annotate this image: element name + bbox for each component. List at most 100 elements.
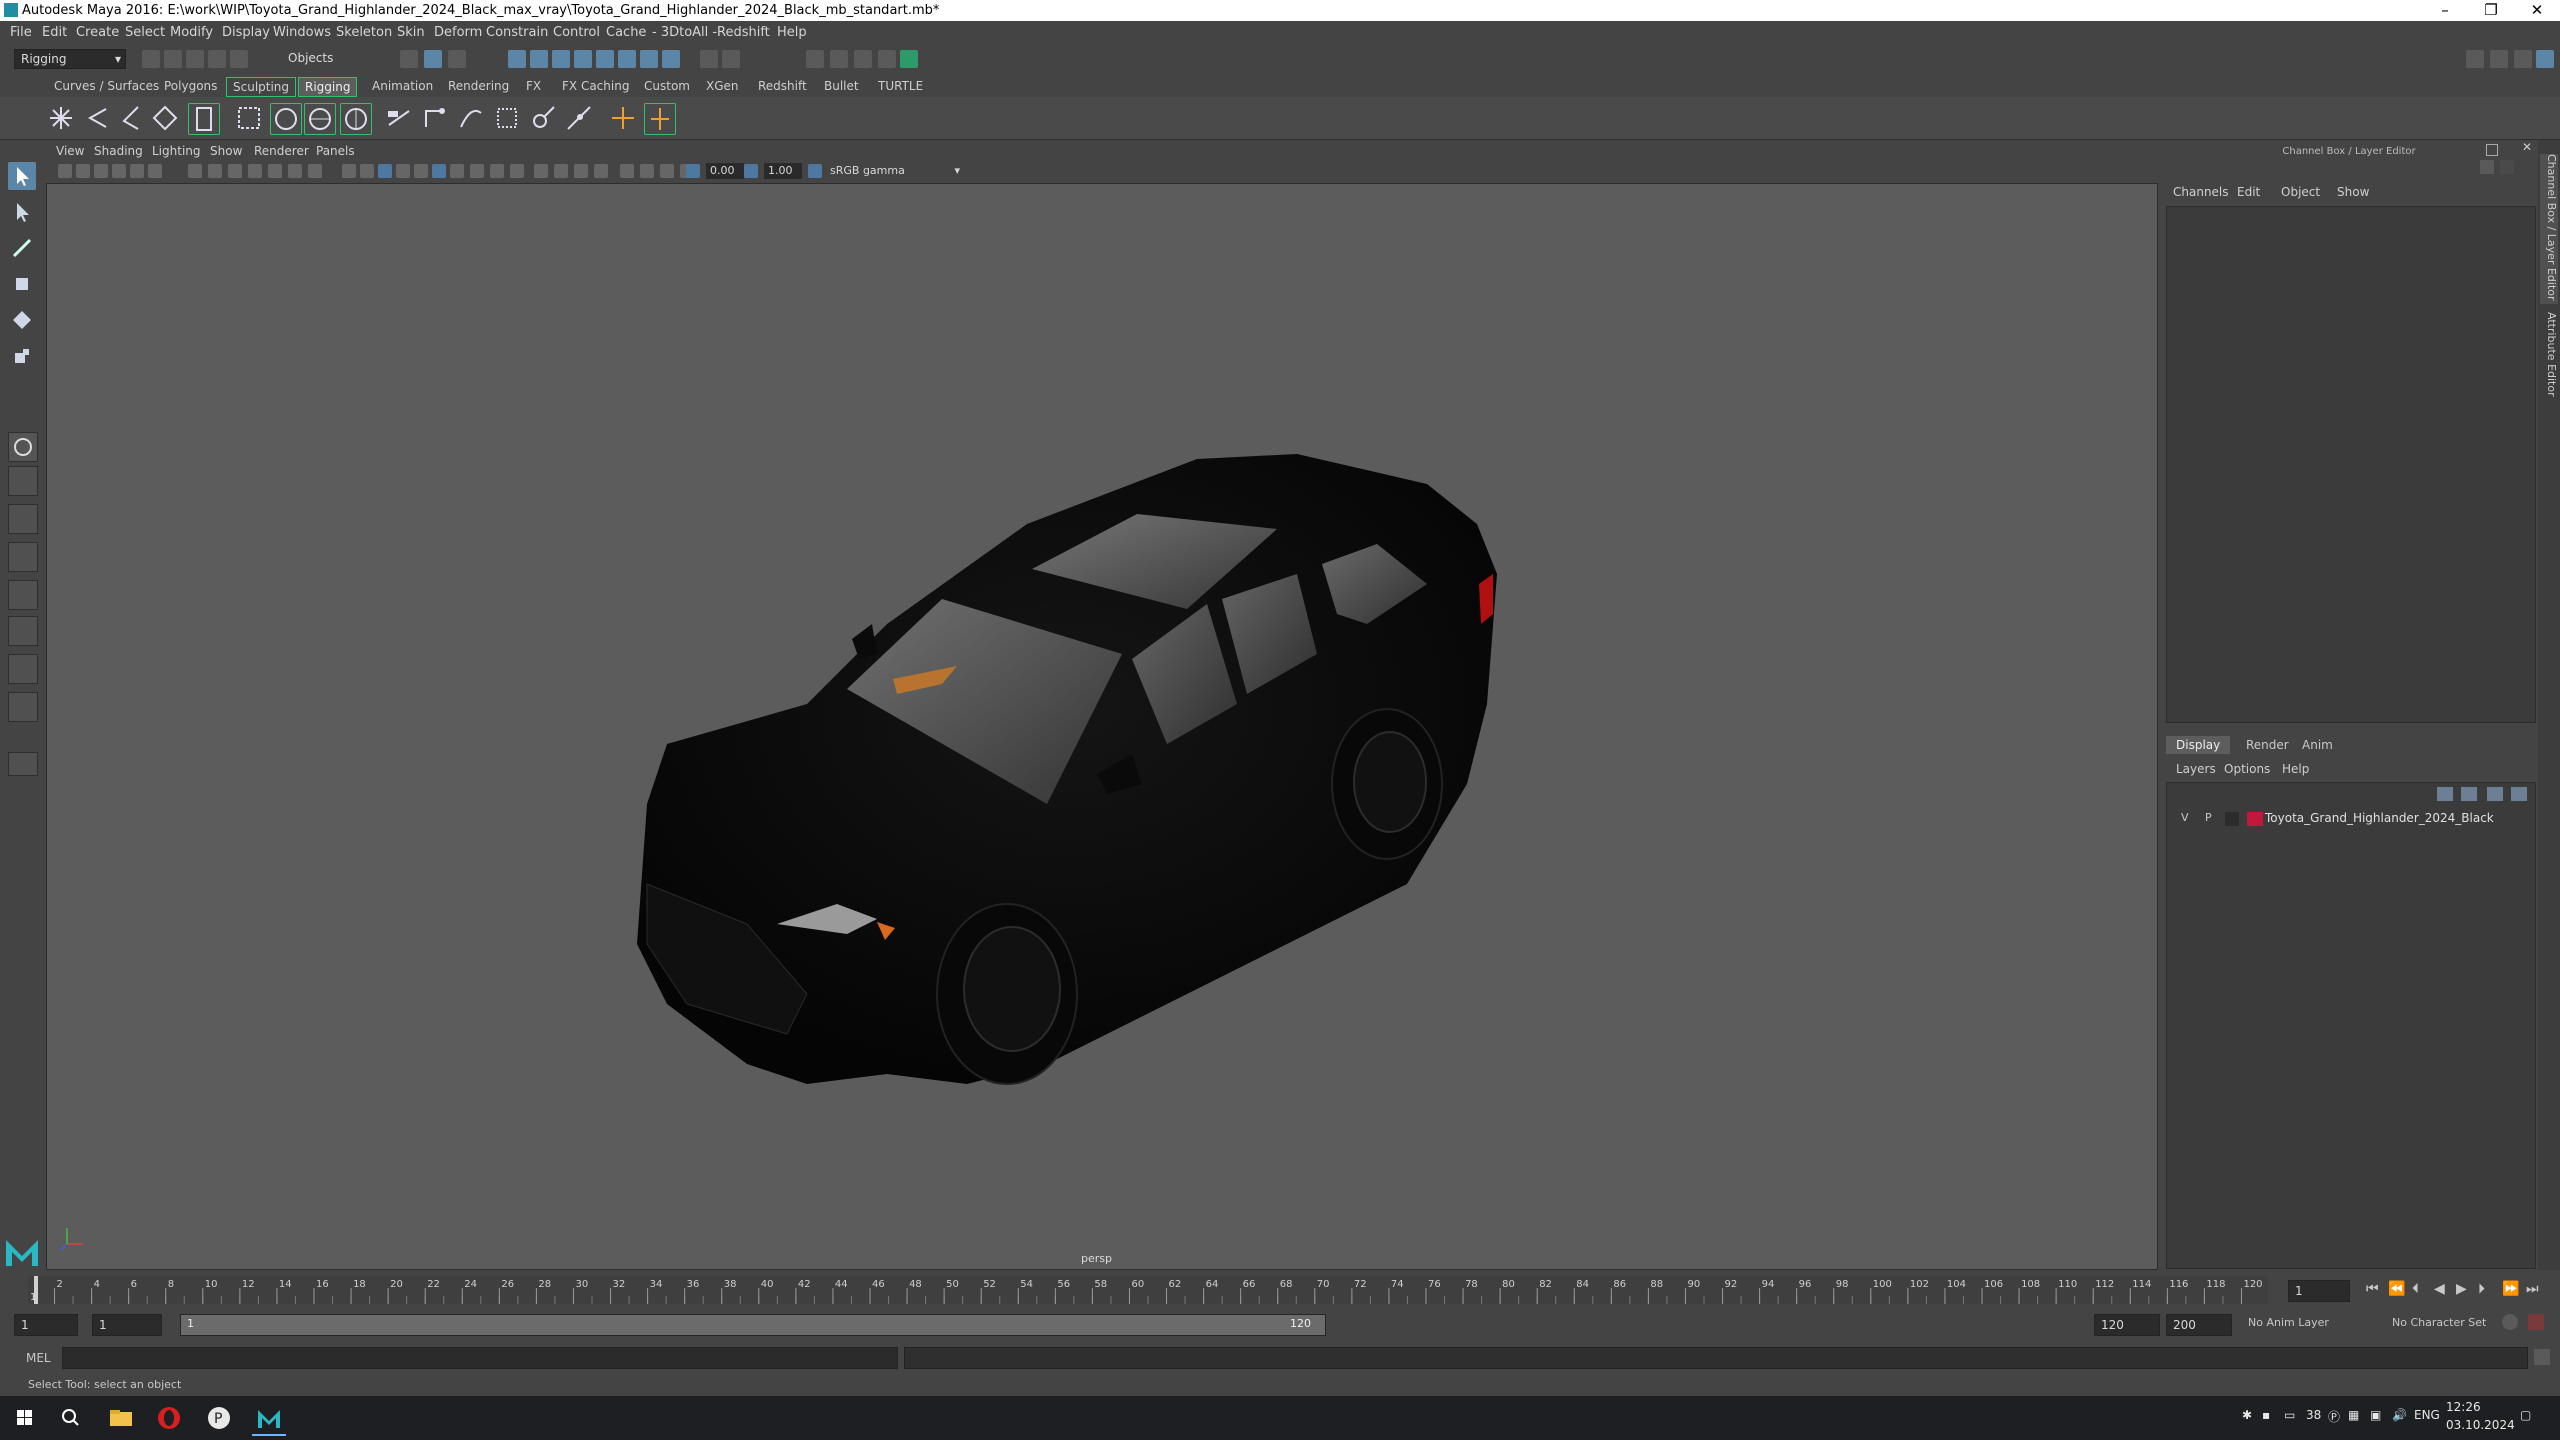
wrap-deformer-icon[interactable] (564, 103, 594, 133)
command-input[interactable] (62, 1347, 898, 1369)
shadows-icon[interactable] (432, 164, 446, 178)
mask-deformers-icon[interactable] (596, 50, 614, 68)
xray-icon[interactable] (554, 164, 568, 178)
film-gate-icon[interactable] (208, 164, 222, 178)
interactive-bind-icon[interactable] (304, 103, 336, 135)
mask-rendering-icon[interactable] (640, 50, 658, 68)
cb-menu-show[interactable]: Show (2337, 185, 2369, 199)
play-forward-icon[interactable]: ▶ (2456, 1281, 2467, 1297)
menu-cache[interactable]: Cache (606, 25, 646, 40)
shelf-tab-rendering[interactable]: Rendering (442, 77, 515, 95)
textured-icon[interactable] (396, 164, 410, 178)
bookmark-icon[interactable] (94, 164, 108, 178)
perspective-viewport[interactable]: persp (46, 183, 2158, 1270)
menu-constrain[interactable]: Constrain (486, 25, 548, 40)
bind-skin-icon[interactable] (234, 103, 264, 133)
range-slider[interactable]: 1 120 (180, 1314, 1326, 1336)
backface-culling-icon[interactable] (594, 164, 608, 178)
minimize-button[interactable]: – (2422, 0, 2468, 21)
float-panel-icon[interactable] (2486, 144, 2498, 156)
time-slider[interactable]: 2 4 6 8 10 12 14 16 18 20 22 24 26 28 30 32 34 36 38 40 42 44… (28, 1276, 2268, 1304)
insert-joint-icon[interactable] (150, 103, 180, 133)
lock-selection-icon[interactable] (700, 50, 718, 68)
menu-help[interactable]: Help (777, 25, 807, 40)
shelf-tab-sculpting[interactable]: Sculpting (226, 77, 297, 97)
motion-blur-icon[interactable] (470, 164, 484, 178)
network-icon[interactable]: ▦ (2348, 1408, 2359, 1422)
menu-control[interactable]: Control (553, 25, 600, 40)
2d-pan-zoom-icon[interactable] (130, 164, 144, 178)
menu-file[interactable]: File (10, 25, 32, 40)
render-current-frame-icon[interactable] (806, 50, 824, 68)
character-set-dropdown[interactable]: No Character Set (2392, 1316, 2486, 1329)
tray-app-icon[interactable]: ▪ (2262, 1408, 2270, 1422)
channel-box-help-icon[interactable] (2500, 160, 2514, 174)
layer-menu-options[interactable]: Options (2224, 762, 2270, 776)
grid-icon[interactable] (188, 164, 202, 178)
xray-active-icon[interactable] (620, 164, 634, 178)
shelf-tab-rigging[interactable]: Rigging (298, 77, 358, 97)
maya-taskbar-icon[interactable] (252, 1402, 286, 1436)
toggle-outliner-icon[interactable] (2514, 50, 2532, 68)
shelf-tab-xgen[interactable]: XGen (700, 77, 745, 95)
select-camera-icon[interactable] (58, 164, 72, 178)
mask-curves-icon[interactable] (552, 50, 570, 68)
shelf-tab-curves-surfaces[interactable]: Curves / Surfaces (48, 77, 165, 95)
lattice-icon[interactable] (420, 103, 450, 133)
joint-tool-icon[interactable] (46, 103, 76, 133)
layout-collapse-button[interactable] (8, 752, 38, 776)
toggle-channel-box-icon[interactable] (2536, 50, 2554, 68)
go-to-start-icon[interactable]: ⏮ (2366, 1281, 2379, 1297)
xray-joints-icon[interactable] (574, 164, 588, 178)
playback-end-field[interactable]: 120 (2094, 1314, 2160, 1336)
move-layer-down-icon[interactable] (2461, 787, 2477, 801)
gamma-icon[interactable] (640, 164, 654, 178)
scale-tool-icon[interactable] (8, 342, 36, 370)
layout-toggle-button[interactable] (8, 692, 38, 722)
search-icon[interactable] (54, 1402, 88, 1434)
layout-side-by-side-button[interactable] (8, 504, 38, 534)
animation-start-field[interactable]: 1 (14, 1314, 78, 1336)
hypershade-icon[interactable] (878, 50, 896, 68)
vp-menu-show[interactable]: Show (210, 144, 242, 158)
layer-color-swatch[interactable] (2247, 812, 2263, 826)
layer-type-toggle[interactable] (2225, 812, 2239, 826)
animation-end-field[interactable]: 200 (2166, 1314, 2232, 1336)
move-tool-icon[interactable] (8, 270, 36, 298)
wire-deformer-icon[interactable] (492, 103, 522, 133)
step-forward-key-icon[interactable]: ⏩ (2502, 1281, 2519, 1297)
anim-preferences-icon[interactable] (2528, 1314, 2544, 1330)
color-space-dropdown[interactable]: sRGB gamma ▾ (826, 163, 964, 179)
menu-deform[interactable]: Deform (434, 25, 482, 40)
go-to-end-icon[interactable]: ⏭ (2526, 1281, 2539, 1297)
far-clip-field[interactable]: 1.00 (764, 163, 802, 179)
vp-menu-shading[interactable]: Shading (94, 144, 143, 158)
layout-outliner-persp-button[interactable] (8, 542, 38, 572)
near-clip-field[interactable]: 0.00 (706, 163, 744, 179)
far-clip-icon[interactable] (744, 164, 758, 178)
pixel-app-icon[interactable]: P (202, 1402, 236, 1434)
range-slider-bar[interactable] (181, 1315, 1325, 1335)
wireframe-icon[interactable] (342, 164, 356, 178)
toggle-layout-icon[interactable] (2490, 50, 2508, 68)
select-tool-icon[interactable] (8, 162, 36, 190)
menu-redshift[interactable]: Redshift (717, 25, 770, 40)
select-object-icon[interactable] (424, 50, 442, 68)
playback-start-field[interactable]: 1 (92, 1314, 162, 1336)
bluetooth-icon[interactable]: ✱ (2242, 1408, 2252, 1422)
move-layer-up-icon[interactable] (2437, 787, 2453, 801)
step-back-key-icon[interactable]: ⏪ (2388, 1281, 2405, 1297)
open-scene-icon[interactable] (164, 50, 182, 68)
mask-misc-icon[interactable] (662, 50, 680, 68)
opera-browser-icon[interactable] (152, 1402, 186, 1434)
select-component-icon[interactable] (448, 50, 466, 68)
gate-mask-icon[interactable] (248, 164, 262, 178)
menu-edit[interactable]: Edit (42, 25, 67, 40)
ambient-occlusion-icon[interactable] (450, 164, 464, 178)
auto-key-icon[interactable] (2502, 1314, 2518, 1330)
shelf-tab-redshift[interactable]: Redshift (752, 77, 813, 95)
locator-icon[interactable] (608, 103, 638, 133)
menu-create[interactable]: Create (76, 25, 119, 40)
layout-graph-persp-button[interactable] (8, 580, 38, 610)
workspace-icon[interactable] (2466, 50, 2484, 68)
